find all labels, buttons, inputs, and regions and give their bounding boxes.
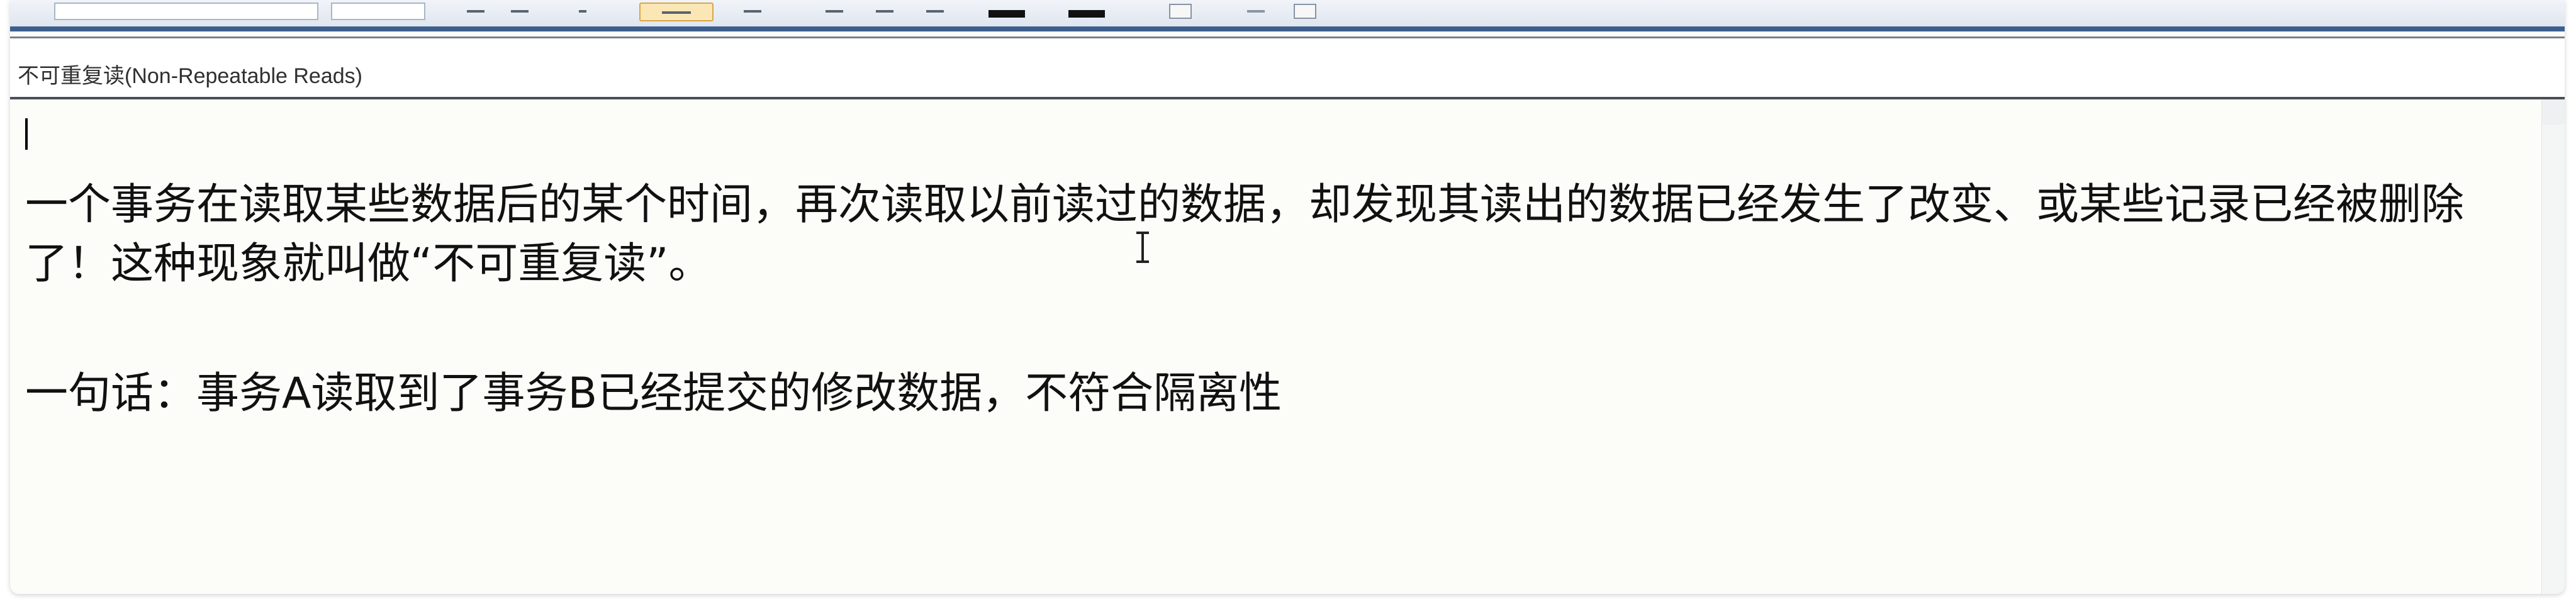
editor-window: 不可重复读(Non-Repeatable Reads) 一个事务在读取某些数据后… bbox=[10, 0, 2565, 594]
formatting-toolbar bbox=[10, 0, 2565, 27]
ibeam-cursor-icon bbox=[1136, 232, 1149, 263]
numbered-list-icon[interactable] bbox=[872, 3, 897, 21]
outdent-icon[interactable] bbox=[922, 3, 948, 21]
paragraph-1-line-1[interactable]: 一个事务在读取某些数据后的某个时间，再次读取以前读过的数据，却发现其读出的数据已… bbox=[25, 175, 2464, 235]
title-area: 不可重复读(Non-Repeatable Reads) bbox=[10, 38, 2565, 97]
vertical-scrollbar[interactable] bbox=[2541, 99, 2565, 594]
align-right-icon[interactable] bbox=[570, 3, 595, 21]
bg-color-swatch[interactable] bbox=[1068, 10, 1105, 18]
editor-body[interactable]: 一个事务在读取某些数据后的某个时间，再次读取以前读过的数据，却发现其读出的数据已… bbox=[10, 99, 2540, 594]
text-caret bbox=[25, 118, 28, 150]
indent-icon[interactable] bbox=[740, 3, 765, 21]
page-title[interactable]: 不可重复读(Non-Repeatable Reads) bbox=[18, 59, 362, 89]
highlight-icon[interactable] bbox=[639, 3, 714, 21]
paragraph-2[interactable]: 一句话：事务A读取到了事务B已经提交的修改数据，不符合隔离性 bbox=[25, 364, 1282, 424]
link-icon[interactable] bbox=[1243, 3, 1268, 21]
image-icon[interactable] bbox=[1294, 4, 1316, 19]
font-name-field[interactable] bbox=[54, 3, 318, 20]
font-size-field[interactable] bbox=[331, 3, 425, 20]
paragraph-1-line-2[interactable]: 了！这种现象就叫做“不可重复读”。 bbox=[25, 234, 711, 294]
table-icon[interactable] bbox=[1169, 4, 1192, 19]
color-swatch[interactable] bbox=[988, 10, 1025, 18]
scrollbar-top[interactable] bbox=[2542, 99, 2565, 125]
list-icon[interactable] bbox=[822, 3, 847, 21]
screen: 不可重复读(Non-Repeatable Reads) 一个事务在读取某些数据后… bbox=[0, 0, 2576, 604]
title-bar-rule bbox=[10, 26, 2565, 31]
align-left-icon[interactable] bbox=[463, 3, 488, 21]
align-center-icon[interactable] bbox=[507, 3, 532, 21]
